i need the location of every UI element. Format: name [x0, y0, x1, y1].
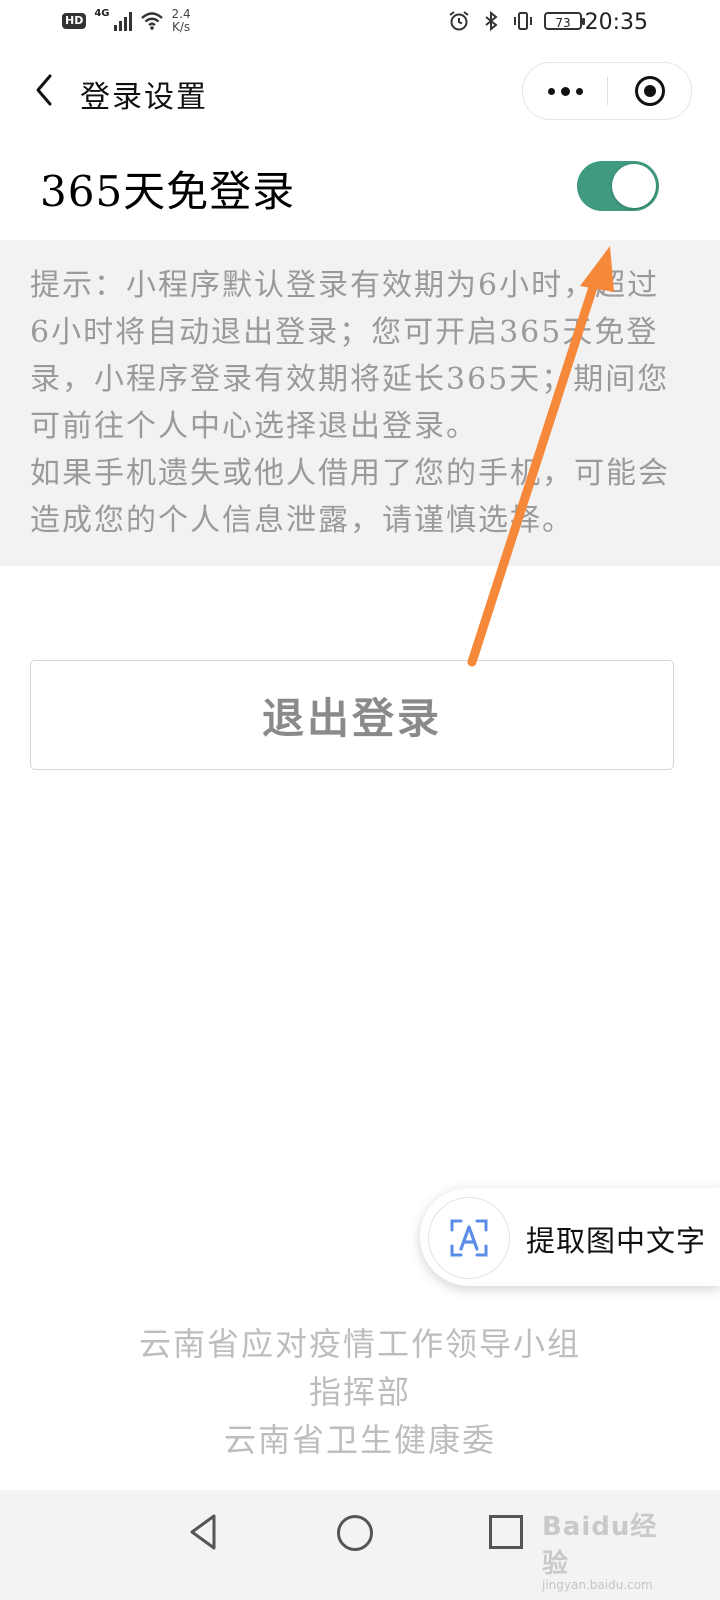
status-bar: HD 4G 2.4 K/s 73 20:35 [0, 0, 720, 50]
speed-unit: K/s [171, 20, 191, 34]
signal-icon [113, 11, 132, 31]
nav-back-icon[interactable] [186, 1512, 222, 1552]
status-left: HD 4G 2.4 K/s [62, 8, 191, 34]
tip-paragraph-1: 提示：小程序默认登录有效期为6小时，超过6小时将自动退出登录；您可开启365天免… [30, 268, 670, 444]
clock: 20:35 [584, 10, 648, 35]
footer-credits: 云南省应对疫情工作领导小组 指挥部 云南省卫生健康委 [0, 1320, 720, 1464]
battery-indicator: 73 [544, 12, 585, 30]
nav-home-icon[interactable] [337, 1515, 373, 1551]
alarm-icon [449, 11, 469, 31]
network-speed: 2.4 K/s [172, 8, 191, 34]
footer-line-3: 云南省卫生健康委 [223, 1421, 496, 1459]
extract-text-label: 提取图中文字 [526, 1224, 707, 1258]
auto-login-toggle[interactable] [577, 161, 659, 211]
nav-bar: 登录设置 [0, 56, 720, 126]
tip-text: 提示：小程序默认登录有效期为6小时，超过6小时将自动退出登录；您可开启365天免… [30, 262, 670, 544]
page-title: 登录设置 [80, 80, 208, 115]
setting-label: 365天免登录 [40, 167, 296, 216]
footer-line-1: 云南省应对疫情工作领导小组 [138, 1325, 581, 1363]
nav-recents-icon[interactable] [489, 1515, 523, 1549]
tip-paragraph-2: 如果手机遗失或他人借用了您的手机，可能会造成您的个人信息泄露，请谨慎选择。 [30, 456, 670, 538]
extract-text-floating-button[interactable]: 提取图中文字 [420, 1188, 720, 1286]
baidu-jingyan-watermark: Baidu经验 jingyan.baidu.com [542, 1506, 682, 1592]
close-mini-program-icon[interactable] [635, 76, 665, 106]
tip-box: 提示：小程序默认登录有效期为6小时，超过6小时将自动退出登录；您可开启365天免… [0, 240, 720, 566]
wifi-icon [140, 12, 163, 30]
status-right: 73 [448, 10, 585, 32]
back-arrow-icon[interactable] [26, 70, 66, 110]
logout-button[interactable]: 退出登录 [30, 660, 674, 770]
vibrate-icon [514, 12, 532, 30]
hd-badge: HD [62, 13, 87, 29]
toggle-knob [612, 164, 656, 208]
network-type: 4G [94, 7, 110, 19]
mini-program-capsule [522, 62, 692, 120]
capsule-divider [607, 77, 608, 105]
watermark-main: Baidu经验 [542, 1512, 658, 1579]
ocr-icon-wrap [428, 1197, 510, 1279]
watermark-sub: jingyan.baidu.com [542, 1578, 653, 1592]
bluetooth-icon [485, 10, 498, 32]
footer-line-2: 指挥部 [308, 1373, 411, 1411]
setting-row-365-login: 365天免登录 [0, 140, 720, 240]
text-recognition-icon [450, 1219, 488, 1257]
more-options-icon[interactable] [523, 63, 607, 119]
